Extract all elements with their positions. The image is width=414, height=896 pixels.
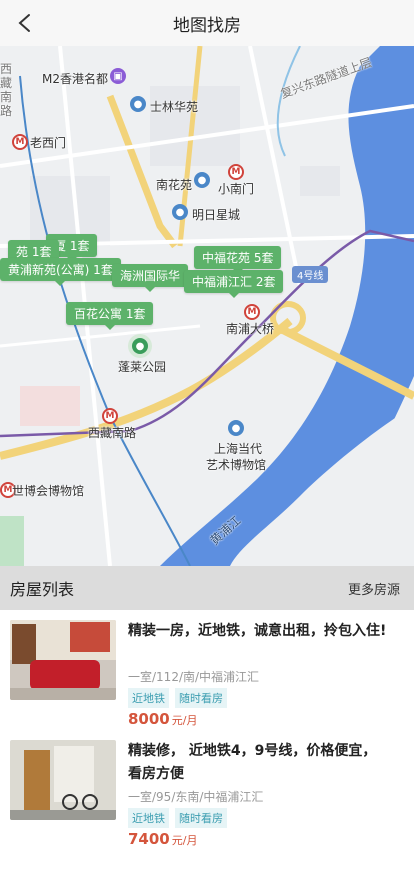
map-label: 蓬莱公园	[118, 360, 167, 374]
metro-icon: M	[102, 408, 118, 424]
list-title: 房屋列表	[10, 580, 75, 599]
school-icon: ●	[194, 172, 210, 188]
map-label: 南花苑	[156, 178, 193, 192]
park-icon: ●	[132, 338, 148, 354]
listing-photo	[10, 740, 116, 820]
listing-title: 精装修， 近地铁4，9号线，价格便宜，看房方便	[128, 743, 377, 782]
listing-photo	[10, 620, 116, 700]
list-item[interactable]: 精装修， 近地铁4，9号线，价格便宜，看房方便 一室/95/东南/中福浦江汇 近…	[0, 740, 414, 860]
listing-tags: 近地铁 随时看房	[128, 688, 227, 708]
listing-meta: 一室/95/东南/中福浦江汇	[128, 790, 264, 804]
map-label: 西藏南路	[88, 426, 137, 440]
price-value: 7400	[128, 830, 170, 848]
school-icon: ●	[130, 96, 146, 112]
page-title: 地图找房	[173, 15, 241, 36]
shopping-icon: ▣	[110, 68, 126, 84]
map-label: 艺术博物馆	[206, 458, 267, 472]
price-unit: 元/月	[171, 714, 198, 727]
housing-bubble[interactable]: 黄浦新苑(公寓) 1套	[0, 258, 121, 286]
tag-near-metro: 近地铁	[128, 688, 169, 708]
map-label: M2香港名都	[42, 72, 108, 86]
top-navigation-bar: 地图找房	[0, 0, 414, 46]
tag-anytime-viewing: 随时看房	[175, 688, 227, 708]
map-label: 世博会博物馆	[12, 484, 85, 498]
list-item[interactable]: 精装一房，近地铁，诚意出租，拎包入住! 一室/112/南/中福浦江汇 近地铁 随…	[0, 620, 414, 740]
listing-price: 8000 元/月	[128, 710, 197, 728]
more-listings-link[interactable]: 更多房源	[348, 579, 400, 598]
map-label: 老西门	[30, 136, 67, 150]
metro-icon: M	[12, 134, 28, 150]
price-value: 8000	[128, 710, 170, 728]
listing-price: 7400 元/月	[128, 830, 197, 848]
listing-title: 精装一房，近地铁，诚意出租，拎包入住!	[128, 623, 387, 639]
listing-tags: 近地铁 随时看房	[128, 808, 227, 828]
house-list-header: 房屋列表 更多房源	[0, 566, 414, 610]
price-unit: 元/月	[171, 834, 198, 847]
housing-bubble[interactable]: 百花公寓 1套	[66, 302, 154, 330]
map-label: 南浦大桥	[226, 322, 275, 336]
housing-bubble[interactable]: 中福花苑 5套	[194, 246, 282, 274]
map-label: 小南门	[218, 182, 255, 196]
tag-anytime-viewing: 随时看房	[175, 808, 227, 828]
map-label: 上海当代	[214, 442, 263, 456]
chevron-left-icon	[18, 14, 30, 32]
housing-bubble[interactable]: 海洲国际华	[112, 264, 189, 292]
tag-near-metro: 近地铁	[128, 808, 169, 828]
map-view[interactable]: ▣ ● M ● M ● M ● M ● M M2香港名都 士林华苑 老西门 南花…	[0, 46, 414, 566]
housing-bubble[interactable]: 中福浦江汇 2套	[184, 270, 284, 298]
map-label: 路	[0, 104, 13, 118]
metro-line-badge: 4号线	[292, 266, 329, 283]
school-icon: ●	[172, 204, 188, 220]
listing-meta: 一室/112/南/中福浦江汇	[128, 670, 260, 684]
map-label: 明日星城	[192, 208, 241, 222]
museum-icon: ●	[228, 420, 244, 436]
metro-icon: M	[228, 164, 244, 180]
map-label: 士林华苑	[150, 100, 199, 114]
metro-icon: M	[244, 304, 260, 320]
back-button[interactable]	[10, 8, 40, 38]
